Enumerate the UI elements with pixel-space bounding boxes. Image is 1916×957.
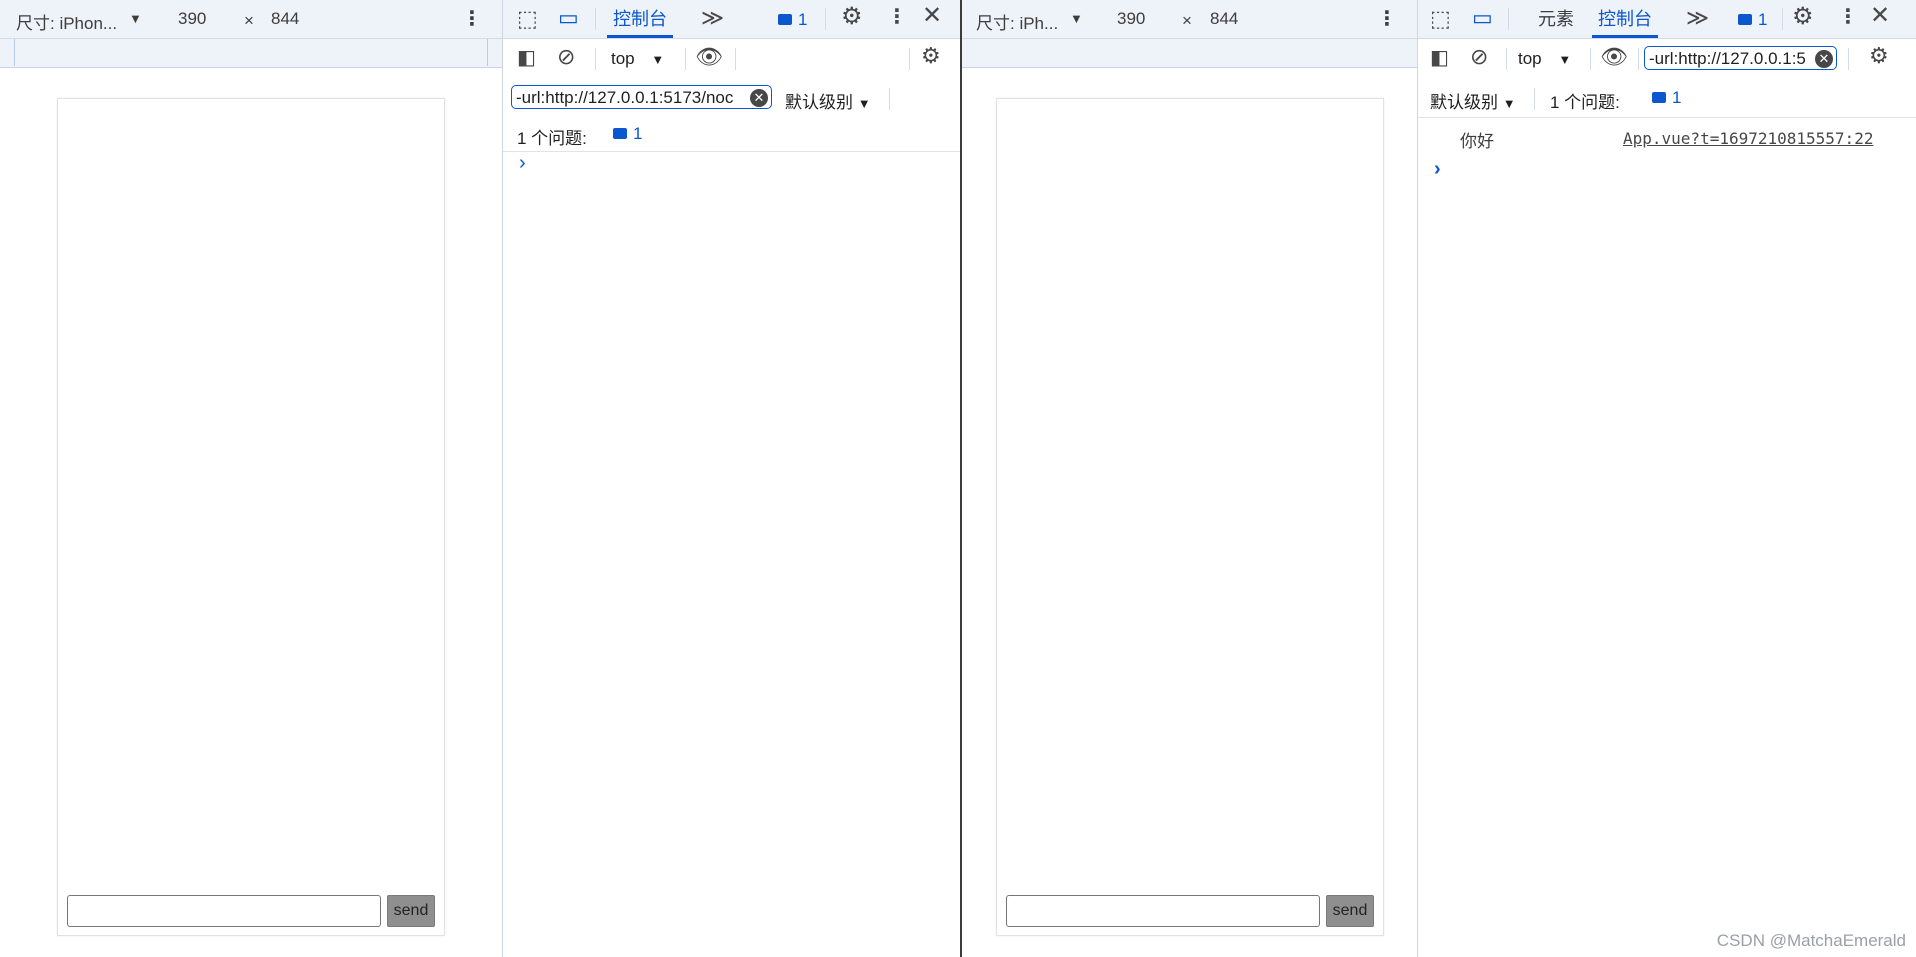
left-browser-window: 尺寸: iPhon... ▼ 390 × 844 ⋮ send ⬚ ▭ 控制台 …	[0, 0, 960, 957]
dropdown-arrow-icon[interactable]: ▼	[1070, 11, 1083, 26]
log-level-dropdown[interactable]: 默认级别 ▼	[785, 88, 871, 113]
right-browser-window: 尺寸: iPh... ▼ 390 × 844 ⋮ send ⬚ ▭ 元素 控制台…	[960, 0, 1916, 957]
send-button[interactable]: send	[387, 895, 435, 927]
device-toolbar-icon[interactable]: ▭	[558, 7, 579, 29]
console-log-row: 你好 App.vue?t=1697210815557:22	[1418, 118, 1916, 154]
context-selector[interactable]: top ▼	[1518, 49, 1571, 69]
more-tabs-icon[interactable]: ≫	[701, 7, 724, 29]
message-input[interactable]	[1006, 895, 1320, 927]
log-level-dropdown[interactable]: 默认级别 ▼	[1430, 88, 1516, 113]
more-options-icon[interactable]: ⋮	[462, 6, 482, 31]
device-viewport: 尺寸: iPh... ▼ 390 × 844 ⋮ send	[962, 0, 1417, 957]
device-height-input[interactable]: 844	[1210, 9, 1238, 29]
phone-screen: send	[996, 98, 1384, 936]
devtools-panel: ⬚ ▭ 控制台 ≫ 1 ⚙ ⋮ ✕ ◧ ⊘ top ▼ 👁 ⚙ -url:htt…	[502, 0, 960, 957]
log-level-label: 默认级别	[1430, 93, 1498, 112]
issues-row: 1 个问题: 1	[503, 117, 960, 152]
watermark: CSDN @MatchaEmerald	[1716, 931, 1906, 950]
message-input[interactable]	[67, 895, 381, 927]
issues-label: 1 个问题:	[1550, 93, 1620, 112]
message-count: 1	[798, 10, 808, 29]
devtools-tabbar: ⬚ ▭ 控制台 ≫ 1 ⚙ ⋮ ✕	[503, 0, 960, 39]
live-expression-eye-icon[interactable]: 👁	[1600, 46, 1628, 68]
filter-input[interactable]: -url:http://127.0.0.1:5 ✕	[1644, 46, 1837, 70]
messages-badge[interactable]: 1	[778, 10, 807, 30]
tab-console[interactable]: 控制台	[607, 0, 673, 38]
phone-screen: send	[57, 98, 445, 936]
issues-label: 1 个问题:	[517, 129, 587, 148]
message-icon	[1738, 14, 1752, 25]
close-icon[interactable]: ✕	[1870, 4, 1890, 28]
issues-badge[interactable]: 1	[1652, 88, 1681, 108]
filter-value: -url:http://127.0.0.1:5173/noc	[516, 88, 734, 107]
console-prompt-chevron-icon[interactable]: ›	[1434, 158, 1441, 181]
messages-badge[interactable]: 1	[1738, 10, 1767, 30]
device-size-dropdown[interactable]: 尺寸: iPhon...	[16, 9, 117, 34]
console-prompt-chevron-icon[interactable]: ›	[519, 152, 526, 175]
settings-gear-icon[interactable]: ⚙	[841, 5, 863, 29]
close-icon[interactable]: ✕	[922, 4, 942, 28]
console-toolbar: ◧ ⊘ top ▼ 👁 -url:http://127.0.0.1:5 ✕ ⚙	[1418, 39, 1916, 79]
filter-input[interactable]: -url:http://127.0.0.1:5173/noc ✕	[511, 85, 772, 109]
dimension-separator: ×	[1182, 11, 1192, 30]
device-toolbar: 尺寸: iPh... ▼ 390 × 844 ⋮	[962, 0, 1417, 39]
dimension-separator: ×	[244, 11, 254, 30]
console-settings-gear-icon[interactable]: ⚙	[921, 45, 941, 67]
issues-count: 1	[633, 124, 643, 143]
devtools-panel: ⬚ ▭ 元素 控制台 ≫ 1 ⚙ ⋮ ✕ ◧ ⊘ top ▼ 👁 -url:ht…	[1417, 0, 1916, 957]
sidebar-toggle-icon[interactable]: ◧	[1430, 48, 1449, 68]
more-options-icon[interactable]: ⋮	[887, 7, 907, 27]
settings-gear-icon[interactable]: ⚙	[1792, 5, 1814, 29]
console-settings-gear-icon[interactable]: ⚙	[1869, 45, 1889, 67]
dropdown-arrow-icon: ▼	[651, 52, 665, 67]
more-options-icon[interactable]: ⋮	[1377, 6, 1397, 31]
clear-filter-icon[interactable]: ✕	[750, 89, 768, 107]
devtools-tabbar: ⬚ ▭ 元素 控制台 ≫ 1 ⚙ ⋮ ✕	[1418, 0, 1916, 39]
message-count: 1	[1758, 10, 1768, 29]
console-source-link[interactable]: App.vue?t=1697210815557:22	[1623, 129, 1873, 148]
device-toolbar-icon[interactable]: ▭	[1472, 7, 1493, 29]
context-label: top	[611, 49, 635, 68]
context-label: top	[1518, 49, 1542, 68]
tab-elements[interactable]: 元素	[1532, 0, 1580, 38]
device-size-dropdown[interactable]: 尺寸: iPh...	[976, 9, 1058, 34]
dropdown-arrow-icon: ▼	[1502, 96, 1516, 111]
clear-console-icon[interactable]: ⊘	[1470, 46, 1488, 68]
issue-icon	[1652, 92, 1666, 103]
tab-console[interactable]: 控制台	[1592, 0, 1658, 38]
filter-value: -url:http://127.0.0.1:5	[1649, 49, 1806, 68]
console-filter-row: -url:http://127.0.0.1:5173/noc ✕ 默认级别 ▼	[503, 79, 960, 117]
context-selector[interactable]: top ▼	[611, 49, 664, 69]
dropdown-arrow-icon[interactable]: ▼	[129, 11, 142, 26]
device-width-input[interactable]: 390	[178, 9, 206, 29]
device-toolbar: 尺寸: iPhon... ▼ 390 × 844 ⋮	[0, 0, 502, 39]
clear-console-icon[interactable]: ⊘	[557, 46, 575, 68]
dropdown-arrow-icon: ▼	[857, 96, 871, 111]
clear-filter-icon[interactable]: ✕	[1815, 50, 1833, 68]
device-width-input[interactable]: 390	[1117, 9, 1145, 29]
media-query-range	[14, 39, 488, 66]
media-query-bar	[0, 39, 502, 68]
console-filter-row: 默认级别 ▼ 1 个问题: 1	[1418, 79, 1916, 118]
message-icon	[778, 14, 792, 25]
console-message: 你好	[1460, 132, 1494, 152]
send-button[interactable]: send	[1326, 895, 1374, 927]
more-tabs-icon[interactable]: ≫	[1686, 7, 1709, 29]
dropdown-arrow-icon: ▼	[1558, 52, 1572, 67]
more-options-icon[interactable]: ⋮	[1838, 7, 1858, 27]
issues-count: 1	[1672, 88, 1682, 107]
media-query-bar	[962, 39, 1417, 68]
issues-badge[interactable]: 1	[613, 124, 642, 144]
inspect-element-icon[interactable]: ⬚	[517, 8, 538, 30]
console-toolbar: ◧ ⊘ top ▼ 👁 ⚙	[503, 39, 960, 79]
live-expression-eye-icon[interactable]: 👁	[695, 46, 723, 68]
issue-icon	[613, 128, 627, 139]
sidebar-toggle-icon[interactable]: ◧	[517, 48, 536, 68]
device-viewport: 尺寸: iPhon... ▼ 390 × 844 ⋮ send	[0, 0, 502, 957]
device-height-input[interactable]: 844	[271, 9, 299, 29]
inspect-element-icon[interactable]: ⬚	[1430, 8, 1451, 30]
log-level-label: 默认级别	[785, 93, 853, 112]
